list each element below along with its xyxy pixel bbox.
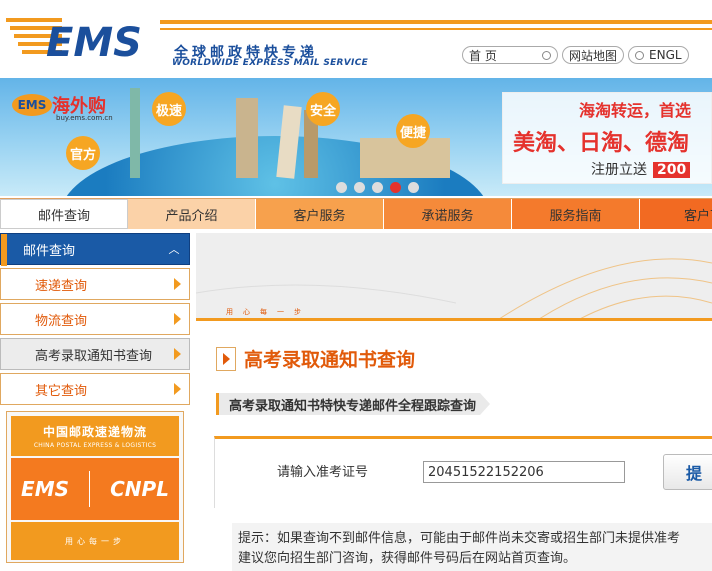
landmark-statue (130, 88, 140, 178)
promo-line3: 注册立送 200 (591, 159, 691, 179)
nav-products[interactable]: 产品介绍 (128, 199, 256, 229)
english-link[interactable]: ENGL (628, 46, 689, 64)
carousel-dot-active[interactable] (390, 182, 401, 193)
sidebar-header-label: 邮件查询 (23, 243, 76, 259)
tip-line: 提示：如果查询不到邮件信息，可能由于邮件尚未交寄或招生部门未提供准考 (238, 531, 681, 546)
brand-cnpl: CNPL (110, 477, 169, 501)
header-stripes (160, 20, 712, 34)
ems-logo[interactable]: EMS (6, 14, 156, 66)
banner-ems-logo: EMS (12, 94, 52, 116)
english-label: ENGL (649, 48, 682, 62)
sitemap-link[interactable]: 网站地图 (562, 46, 625, 64)
exam-number-label: 请输入准考证号 (277, 465, 369, 480)
sitemap-label: 网站地图 (569, 48, 618, 63)
landmark-tower (236, 98, 258, 178)
circle-icon (635, 50, 645, 60)
home-link[interactable]: 首 页 (462, 46, 558, 64)
promo-line1: 海淘转运，首选 (579, 101, 692, 120)
bubble-convenient: 便捷 (396, 114, 430, 148)
tip-line: 建议您向招生部门咨询，获得邮件号码后在网站首页查询。 (238, 551, 577, 566)
header: EMS 全球邮政特快专递 WORLDWIDE EXPRESS MAIL SERV… (0, 0, 712, 78)
sidebar-item-label: 速递查询 (35, 278, 88, 294)
bubble-safe: 安全 (306, 92, 340, 126)
sidebar-item-express[interactable]: 速递查询 (0, 268, 190, 300)
sidebar-item-logistics[interactable]: 物流查询 (0, 303, 190, 335)
sidebar-item-other[interactable]: 其它查询 (0, 373, 190, 405)
sidebar: 邮件查询 ︿ 速递查询 物流查询 高考录取通知书查询 其它查询 中国邮政速递物流… (0, 233, 190, 563)
top-links: 首 页 网站地图 ENGL (462, 46, 689, 64)
bubble-official: 官方 (66, 136, 100, 170)
nav-service-guide[interactable]: 服务指南 (512, 199, 640, 229)
brand-box[interactable]: 中国邮政速递物流 CHINA POSTAL EXPRESS & LOGISTIC… (6, 411, 184, 563)
main-nav: 邮件查询 产品介绍 客户服务 承诺服务 服务指南 客户下 (0, 198, 712, 229)
nav-commitment[interactable]: 承诺服务 (384, 199, 512, 229)
promo-line2: 美淘、日淘、德淘 (513, 131, 690, 156)
tip-box: 提示：如果查询不到邮件信息，可能由于邮件尚未交寄或招生部门未提供准考 建议您向招… (232, 523, 712, 571)
promo-amount: 200 (653, 162, 691, 178)
promo-register-text: 注册立送 (591, 162, 647, 178)
arrow-right-icon (174, 278, 181, 290)
promo-banner[interactable]: 官方 极速 安全 便捷 EMS 海外购 buy.ems.com.cn 海淘转运，… (0, 78, 712, 196)
exam-number-input[interactable] (423, 461, 625, 483)
home-label: 首 页 (469, 48, 497, 63)
brand-ems: EMS (21, 477, 69, 501)
brand-cn: 中国邮政速递物流 (42, 425, 147, 439)
brand-china-post: 中国邮政速递物流 CHINA POSTAL EXPRESS & LOGISTIC… (11, 416, 179, 456)
carousel-dot[interactable] (408, 182, 419, 193)
main-content: 用心每一步 高考录取通知书查询 高考录取通知书特快专递邮件全程跟踪查询 请输入准… (196, 233, 712, 571)
chevron-up-icon[interactable]: ︿ (167, 242, 181, 256)
brand-en: CHINA POSTAL EXPRESS & LOGISTICS (33, 442, 157, 449)
carousel-dot[interactable] (336, 182, 347, 193)
nav-mail-query[interactable]: 邮件查询 (0, 199, 128, 229)
sidebar-item-gaokao[interactable]: 高考录取通知书查询 (0, 338, 190, 370)
haiwaigou-logo: EMS 海外购 buy.ems.com.cn (12, 88, 113, 122)
page: EMS 全球邮政特快专递 WORLDWIDE EXPRESS MAIL SERV… (0, 0, 712, 571)
arrow-right-icon (174, 383, 181, 395)
brand-logos: EMS CNPL (11, 458, 179, 520)
brand-separator (89, 471, 91, 507)
banner-url: buy.ems.com.cn (56, 114, 113, 122)
bubble-fast: 极速 (152, 92, 186, 126)
carousel-dots (336, 182, 419, 193)
page-title: 高考录取通知书查询 (244, 349, 416, 371)
arrow-right-icon (174, 313, 181, 325)
arrow-right-icon (216, 346, 236, 371)
title-row: 高考录取通知书查询 (216, 345, 415, 372)
arrow-right-icon (174, 348, 181, 360)
brand-slogan: 用心每一步 (11, 522, 179, 560)
main-slogan: 用心每一步 (226, 308, 311, 316)
section-subtitle: 高考录取通知书特快专递邮件全程跟踪查询 (216, 393, 490, 415)
carousel-dot[interactable] (372, 182, 383, 193)
query-form: 请输入准考证号 提 (214, 436, 712, 508)
sidebar-item-label: 其它查询 (35, 383, 88, 399)
logo-text: EMS (46, 20, 142, 66)
main-banner: 用心每一步 (196, 233, 712, 321)
sidebar-header[interactable]: 邮件查询 ︿ (0, 233, 190, 266)
sidebar-item-label: 高考录取通知书查询 (35, 348, 153, 364)
nav-customer-download[interactable]: 客户下 (640, 199, 712, 229)
nav-customer-service[interactable]: 客户服务 (256, 199, 384, 229)
carousel-dot[interactable] (354, 182, 365, 193)
promo-panel: 海淘转运，首选 美淘、日淘、德淘 注册立送 200 (502, 92, 712, 184)
submit-button[interactable]: 提 (663, 454, 712, 490)
tagline-en: WORLDWIDE EXPRESS MAIL SERVICE (172, 58, 369, 68)
circle-icon (542, 50, 551, 60)
sidebar-item-label: 物流查询 (35, 313, 88, 329)
